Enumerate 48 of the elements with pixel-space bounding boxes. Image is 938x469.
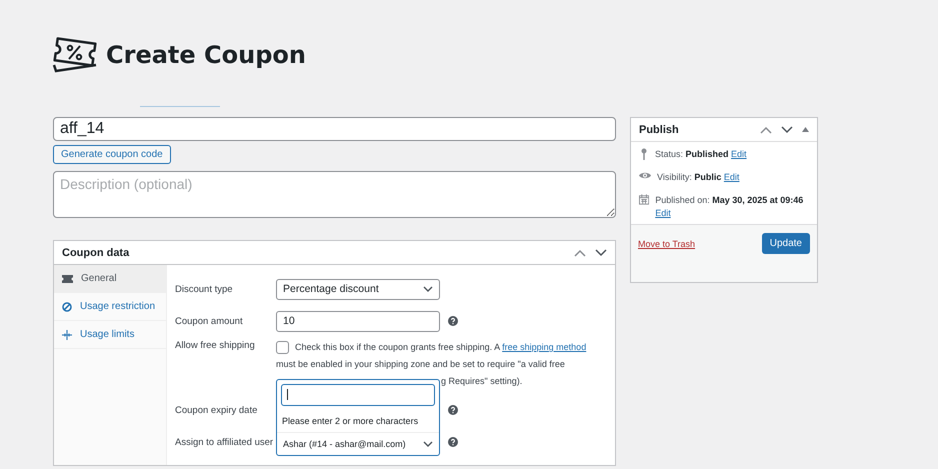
checkbox[interactable] — [276, 341, 289, 354]
edit-link[interactable]: Edit — [724, 172, 740, 182]
panel-tab[interactable]: Usage restriction — [54, 293, 166, 321]
panel-tab[interactable]: Usage limits — [54, 321, 166, 349]
panel-tab[interactable]: General — [54, 265, 166, 293]
calendar-icon — [639, 194, 650, 205]
update-button[interactable]: Update — [762, 233, 810, 254]
panel-title: Coupon data — [62, 246, 130, 258]
collapse-icon[interactable] — [802, 127, 809, 132]
field-label: Coupon expiry date — [175, 404, 258, 416]
page-title: Create Coupon — [106, 41, 306, 69]
field-label: Discount type — [175, 284, 234, 294]
trash-link[interactable]: Move to Trash — [638, 238, 696, 248]
edit-link[interactable]: Edit — [655, 208, 671, 218]
generate-code-button[interactable]: Generate coupon code — [53, 145, 171, 164]
crosshair-icon — [62, 330, 72, 340]
edit-link[interactable]: Edit — [731, 149, 747, 159]
help-icon — [448, 405, 458, 415]
field-label: Assign to affiliated user — [175, 436, 274, 448]
publish-info: Status: Published Edit — [655, 148, 747, 161]
publish-info: Visibility: Public Edit — [657, 171, 740, 184]
pin-icon — [639, 148, 649, 160]
ticket-icon — [62, 274, 73, 282]
input-field[interactable]: 10 — [276, 310, 440, 332]
dropdown-message: Please enter 2 or more characters — [277, 410, 439, 432]
description-field[interactable]: Description (optional) — [53, 171, 616, 218]
field-label: Allow free shipping — [175, 339, 256, 351]
eye-icon — [639, 171, 651, 180]
caret-icon — [423, 286, 433, 292]
coupon-code-field[interactable]: aff_14 — [53, 117, 616, 141]
help-icon — [448, 437, 458, 447]
help-text: g Requires" setting). — [441, 376, 522, 386]
select-field[interactable]: Ashar (#14 - ashar@mail.com) — [277, 432, 439, 454]
help-text: must be enabled in your shipping zone and be set to require "a valid free — [276, 358, 566, 371]
search-field[interactable] — [281, 384, 435, 406]
move-down-icon[interactable] — [595, 248, 607, 256]
select-field[interactable]: Percentage discount — [276, 278, 440, 300]
move-up-icon[interactable] — [760, 126, 772, 134]
help-text: Check this box if the coupon grants free shipping. A free shipping method — [295, 341, 586, 354]
help-icon — [448, 316, 458, 326]
field-label: Coupon amount — [175, 316, 244, 326]
publish-info: Published on: May 30, 2025 at 09:46 Edit — [655, 194, 804, 220]
prohibited-icon — [62, 302, 72, 312]
move-down-icon[interactable] — [781, 126, 793, 134]
caret-icon — [423, 440, 433, 446]
shipping-link[interactable]: free shipping method — [502, 342, 586, 352]
move-up-icon[interactable] — [574, 248, 586, 256]
panel-title: Publish — [639, 124, 680, 136]
